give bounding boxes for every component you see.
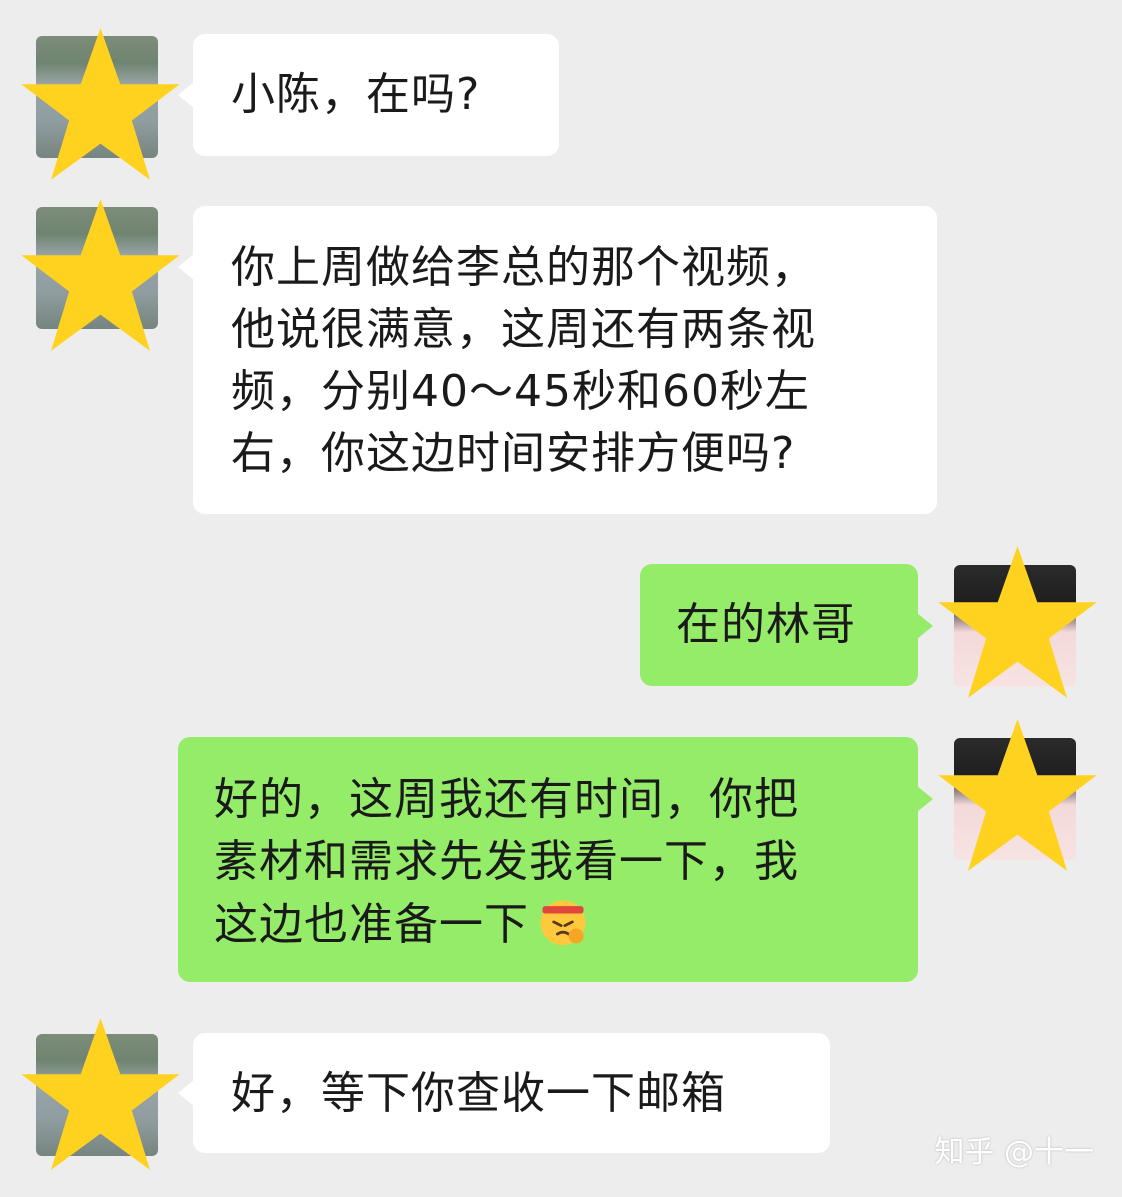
- message-bubble-incoming[interactable]: 你上周做给李总的那个视频， 他说很满意，这周还有两条视 频，分别40～45秒和6…: [193, 206, 937, 514]
- star-sticker-icon: [21, 28, 180, 180]
- bubble-tail: [917, 786, 933, 812]
- message-bubble-incoming[interactable]: 小陈，在吗?: [193, 34, 559, 156]
- star-sticker-icon: [938, 719, 1097, 871]
- star-sticker-icon: [938, 546, 1097, 698]
- message-text: 好的，这周我还有时间，你把 素材和需求先发我看一下，我 这边也准备一下: [214, 774, 799, 950]
- bubble-tail: [178, 82, 194, 108]
- bubble-tail: [178, 1080, 194, 1106]
- star-sticker-icon: [21, 199, 180, 351]
- message-bubble-incoming[interactable]: 好，等下你查收一下邮箱: [193, 1033, 830, 1153]
- star-sticker-icon: [21, 1018, 180, 1170]
- message-bubble-outgoing[interactable]: 在的林哥: [640, 564, 918, 686]
- bubble-tail: [178, 254, 194, 280]
- watermark: 知乎 @十一: [934, 1135, 1094, 1170]
- bubble-tail: [917, 613, 933, 639]
- fighting-face-emoji-icon: [540, 900, 586, 946]
- message-bubble-outgoing[interactable]: 好的，这周我还有时间，你把 素材和需求先发我看一下，我 这边也准备一下: [178, 737, 918, 982]
